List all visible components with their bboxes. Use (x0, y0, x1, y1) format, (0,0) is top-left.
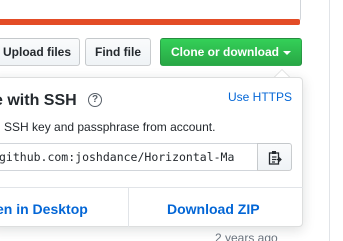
language-bar[interactable] (0, 19, 300, 25)
upload-files-button[interactable]: Upload files (0, 38, 80, 66)
clipboard-icon (268, 151, 282, 165)
clone-panel-description: n SSH key and passphrase from account. (0, 120, 216, 134)
download-zip-link[interactable]: Download ZIP (167, 201, 260, 217)
clone-url-input[interactable]: github.com:joshdance/Horizontal-Ma (0, 143, 260, 171)
clone-url-group: github.com:joshdance/Horizontal-Ma (0, 143, 292, 171)
use-https-link[interactable]: Use HTTPS (228, 90, 292, 104)
clone-panel-title: e with SSH (0, 92, 77, 109)
dropdown-pointer (275, 70, 289, 77)
page-divider (329, 0, 330, 241)
clone-or-download-button[interactable]: Clone or download (160, 38, 302, 66)
commit-age: 2 years ago (215, 231, 278, 241)
copy-url-button[interactable] (257, 143, 292, 171)
footer-divider (128, 187, 129, 227)
open-in-desktop-link[interactable]: en in Desktop (0, 201, 88, 217)
find-file-button[interactable]: Find file (85, 38, 151, 66)
repository-page: Upload files Find file Clone or download… (0, 0, 343, 241)
clone-button-label: Clone or download (171, 45, 279, 59)
question-circle-icon[interactable]: ? (88, 93, 102, 107)
caret-down-icon (283, 50, 291, 55)
